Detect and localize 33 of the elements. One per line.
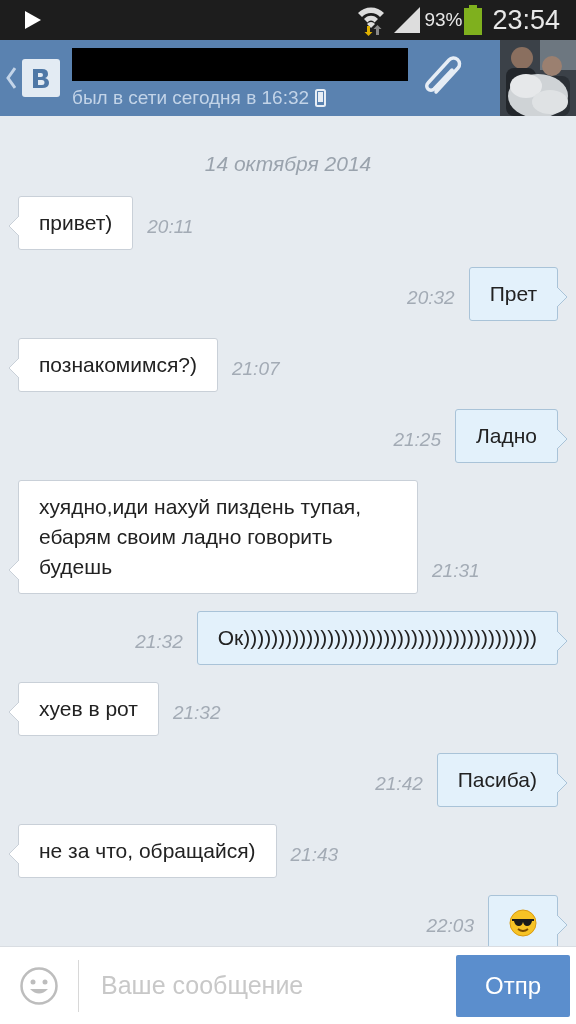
message-time: 20:32 — [407, 287, 455, 309]
message-time: 21:31 — [432, 560, 480, 582]
message-time: 21:32 — [172, 702, 221, 724]
bubble-tail-icon — [557, 429, 568, 449]
bubble-tail-icon — [557, 631, 568, 651]
last-seen-status: был в сети сегодня в 16:32 — [72, 86, 310, 109]
bubble-tail-icon — [8, 358, 19, 378]
back-chevron-icon[interactable] — [6, 67, 16, 89]
message-time: 20:11 — [147, 216, 194, 238]
send-button[interactable]: Отпр — [456, 954, 570, 1017]
bubble-tail-icon — [557, 287, 568, 307]
smiley-icon[interactable] — [20, 966, 58, 1005]
message-time: 21:42 — [375, 773, 423, 795]
bubble-tail-icon — [8, 560, 19, 580]
message-time: 21:25 — [393, 429, 441, 451]
signal-icon — [394, 7, 421, 33]
bubble-tail-icon — [8, 844, 19, 864]
wifi-icon — [356, 4, 387, 36]
bubble-tail-icon — [8, 216, 19, 236]
date-separator: 14 октября 2014 — [204, 152, 372, 176]
message-time: 21:07 — [232, 358, 280, 380]
sunglasses-emoji-icon — [509, 909, 537, 937]
battery-percent: 93% — [424, 9, 463, 31]
bubble-tail-icon — [8, 702, 19, 722]
play-icon — [24, 10, 42, 30]
logo-icon[interactable] — [22, 59, 60, 97]
phone-icon — [315, 88, 327, 107]
battery-icon — [464, 5, 483, 35]
bubble-tail-icon — [557, 773, 568, 793]
message-time: 21:43 — [290, 844, 339, 866]
clock: 23:54 — [492, 4, 560, 36]
message-time: 21:32 — [135, 631, 183, 653]
message-time: 22:03 — [426, 915, 474, 937]
